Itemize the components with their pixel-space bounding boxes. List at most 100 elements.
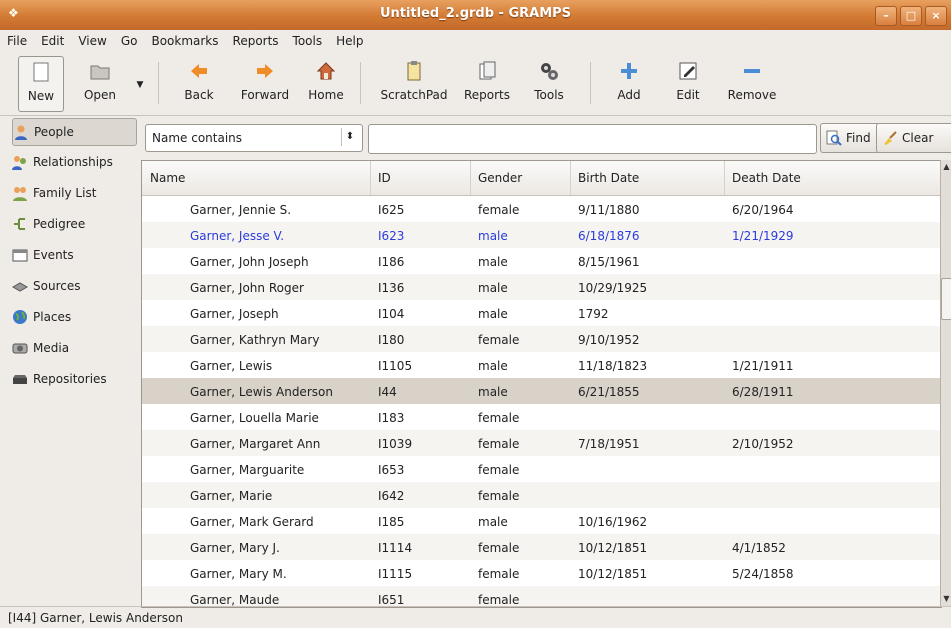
cell-gender: male	[478, 385, 508, 399]
cell-gender: female	[478, 463, 520, 477]
column-header-birth-date[interactable]: Birth Date	[578, 171, 639, 185]
pedigree-icon	[14, 218, 25, 230]
sidebar-item-relationships[interactable]: Relationships	[12, 149, 136, 175]
remove-button[interactable]: Remove	[722, 56, 782, 110]
clear-button[interactable]: Clear	[876, 123, 951, 153]
back-button[interactable]: Back	[180, 56, 218, 110]
edit-button[interactable]: Edit	[670, 56, 706, 110]
cell-name: Garner, Mary J.	[190, 541, 280, 555]
menu-tools[interactable]: Tools	[286, 30, 330, 52]
sidebar-item-label: People	[34, 125, 74, 139]
people-table[interactable]: Name ID Gender Birth Date Death Date Gar…	[141, 160, 942, 608]
sidebar-item-label: Repositories	[33, 372, 107, 386]
open-button[interactable]: Open	[72, 56, 128, 110]
menu-go[interactable]: Go	[114, 30, 145, 52]
table-row[interactable]: Garner, Lewis I1105 male 11/18/1823 1/21/191…	[142, 352, 941, 378]
sidebar-item-sources[interactable]: Sources	[12, 273, 136, 299]
open-button-label: Open	[83, 88, 117, 102]
search-input[interactable]	[368, 124, 817, 154]
minimize-button[interactable]: –	[875, 6, 897, 26]
sidebar-item-people[interactable]: People	[12, 118, 137, 146]
vertical-scrollbar[interactable]: ▲ ▼	[940, 160, 951, 606]
table-row[interactable]: Garner, Kathryn Mary I180 female 9/10/1952	[142, 326, 941, 352]
table-row[interactable]: Garner, Mary J. I1114 female 10/12/1851 4/1/…	[142, 534, 941, 560]
column-header-death-date[interactable]: Death Date	[732, 171, 801, 185]
cell-birth-date: 6/21/1855	[578, 385, 640, 399]
table-row[interactable]: Garner, Marguarite I653 female	[142, 456, 941, 482]
menu-reports[interactable]: Reports	[226, 30, 286, 52]
table-row[interactable]: Garner, Jesse V. I623 male 6/18/1876 1/21/19…	[142, 222, 941, 248]
column-header-id[interactable]: ID	[378, 171, 391, 185]
home-button[interactable]: Home	[304, 56, 348, 110]
column-header-gender[interactable]: Gender	[478, 171, 522, 185]
toolbar: New Open ▼ Back Forward Home ScratchPad …	[0, 52, 951, 116]
new-button[interactable]: New	[18, 56, 64, 112]
cell-death-date: 5/24/1858	[732, 567, 794, 581]
find-icon	[826, 130, 842, 146]
menu-bar: File Edit View Go Bookmarks Reports Tool…	[0, 30, 951, 52]
back-arrow-icon	[191, 64, 207, 78]
sidebar-item-label: Family List	[33, 186, 97, 200]
back-button-label: Back	[184, 88, 214, 102]
menu-view[interactable]: View	[71, 30, 113, 52]
sources-icon	[12, 282, 28, 292]
sidebar-item-label: Pedigree	[33, 217, 86, 231]
menu-help[interactable]: Help	[329, 30, 370, 52]
sidebar-item-events[interactable]: Events	[12, 242, 136, 268]
events-icon	[12, 249, 28, 262]
status-bar: [I44] Garner, Lewis Anderson	[0, 606, 951, 628]
sidebar-item-places[interactable]: Places	[12, 304, 136, 330]
cell-name: Garner, Margaret Ann	[190, 437, 321, 451]
table-row[interactable]: Garner, Mary M. I1115 female 10/12/1851 5/24…	[142, 560, 941, 586]
table-row[interactable]: Garner, Louella Marie I183 female	[142, 404, 941, 430]
add-button[interactable]: Add	[610, 56, 648, 110]
window-title: Untitled_2.grdb - GRAMPS	[379, 6, 572, 21]
cell-gender: female	[478, 541, 520, 555]
scratchpad-button[interactable]: ScratchPad	[376, 56, 452, 110]
find-button[interactable]: Find	[820, 123, 880, 153]
clear-button-label: Clear	[902, 131, 934, 145]
sidebar-item-media[interactable]: Media	[12, 335, 136, 361]
table-row[interactable]: Garner, Mark Gerard I185 male 10/16/1962	[142, 508, 941, 534]
table-row[interactable]: Garner, John Joseph I186 male 8/15/1961	[142, 248, 941, 274]
filter-type-select[interactable]: Name contains ⬍	[145, 124, 363, 152]
close-button[interactable]: ×	[925, 6, 947, 26]
table-row[interactable]: Garner, Jennie S. I625 female 9/11/1880 6/20…	[142, 196, 941, 222]
table-row[interactable]: Garner, Maude I651 female	[142, 586, 941, 607]
scroll-down-icon[interactable]: ▼	[941, 592, 951, 606]
cell-name: Garner, Lewis	[190, 359, 273, 373]
maximize-button[interactable]: □	[900, 6, 922, 26]
sidebar-item-family-list[interactable]: Family List	[12, 180, 136, 206]
cell-name: Garner, Joseph	[190, 307, 279, 321]
scrollbar-thumb[interactable]	[941, 278, 951, 320]
menu-file[interactable]: File	[0, 30, 34, 52]
cell-birth-date: 1792	[578, 307, 609, 321]
forward-button[interactable]: Forward	[236, 56, 294, 110]
globe-icon	[13, 310, 27, 324]
table-row[interactable]: Garner, Marie I642 female	[142, 482, 941, 508]
open-recent-dropdown[interactable]: ▼	[134, 56, 146, 110]
menu-bookmarks[interactable]: Bookmarks	[144, 30, 225, 52]
cell-name: Garner, Mary M.	[190, 567, 287, 581]
table-header: Name ID Gender Birth Date Death Date	[142, 161, 941, 196]
table-row[interactable]: Garner, John Roger I136 male 10/29/1925	[142, 274, 941, 300]
clipboard-icon	[407, 61, 421, 81]
cell-death-date: 6/28/1911	[732, 385, 794, 399]
cell-id: I1105	[378, 359, 413, 373]
cell-birth-date: 10/12/1851	[578, 567, 648, 581]
table-row[interactable]: Garner, Margaret Ann I1039 female 7/18/1951…	[142, 430, 941, 456]
chevron-down-icon: ▼	[136, 80, 144, 90]
sidebar-item-repositories[interactable]: Repositories	[12, 366, 136, 392]
column-header-name[interactable]: Name	[150, 171, 185, 185]
tools-button[interactable]: Tools	[528, 56, 570, 110]
reports-icon	[479, 61, 496, 80]
table-row[interactable]: Garner, Lewis Anderson I44 male 6/21/1855 6/…	[142, 378, 941, 404]
tools-button-label: Tools	[534, 88, 564, 102]
scroll-up-icon[interactable]: ▲	[941, 160, 951, 174]
column-divider	[470, 161, 471, 195]
table-row[interactable]: Garner, Joseph I104 male 1792	[142, 300, 941, 326]
sidebar-item-pedigree[interactable]: Pedigree	[12, 211, 136, 237]
reports-button[interactable]: Reports	[460, 56, 514, 110]
menu-edit[interactable]: Edit	[34, 30, 71, 52]
cell-id: I104	[378, 307, 405, 321]
